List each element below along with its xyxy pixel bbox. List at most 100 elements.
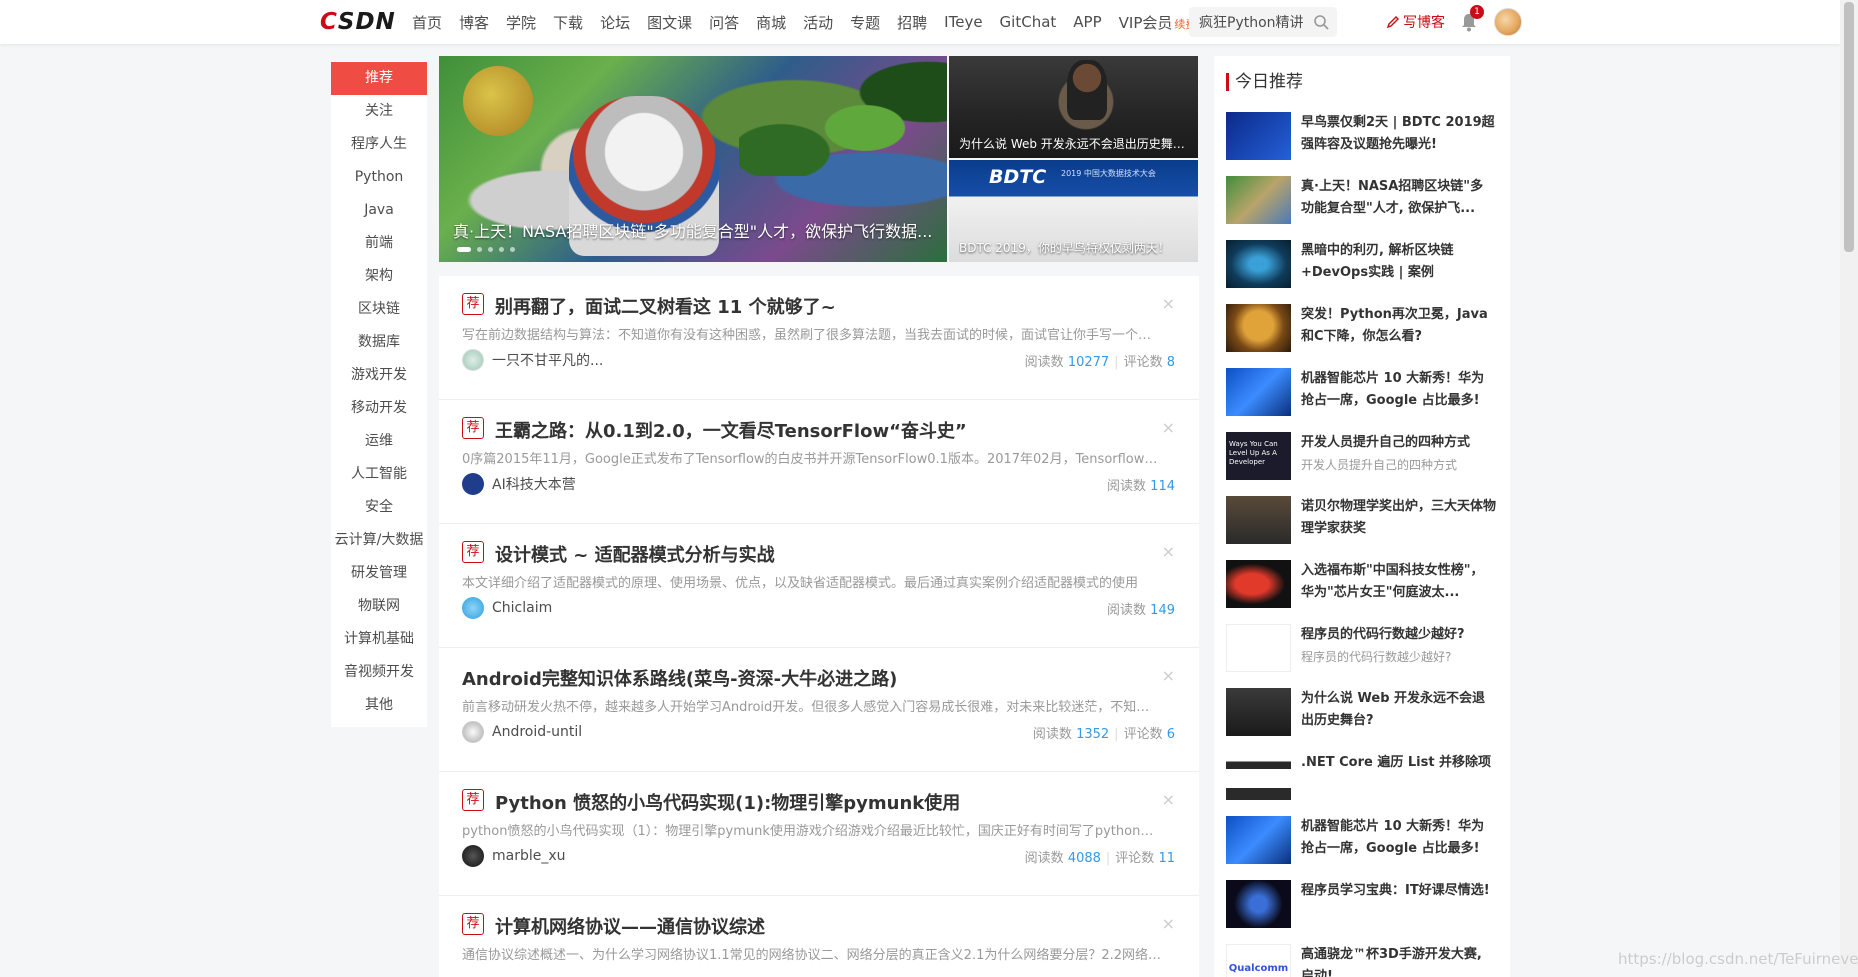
article-item[interactable]: 荐 设计模式 ~ 适配器模式分析与实战 × 本文详细介绍了适配器模式的原理、使用… bbox=[439, 524, 1199, 648]
article-author[interactable]: Android-until bbox=[462, 721, 582, 743]
article-summary: python愤怒的小鸟代码实现（1）：物理引擎pymunk使用游戏介绍游戏介绍最… bbox=[462, 824, 1162, 839]
category-frontend[interactable]: 前端 bbox=[331, 227, 427, 260]
category-rd-management[interactable]: 研发管理 bbox=[331, 557, 427, 590]
article-author[interactable]: Chiclaim bbox=[462, 597, 552, 619]
nav-academy[interactable]: 学院 bbox=[506, 12, 536, 33]
category-other[interactable]: 其他 bbox=[331, 689, 427, 722]
recommend-item[interactable]: 为什么说 Web 开发永远不会退出历史舞台? bbox=[1226, 688, 1496, 738]
recommend-thumbnail bbox=[1226, 176, 1291, 224]
category-follow[interactable]: 关注 bbox=[331, 95, 427, 128]
scrollbar-thumb[interactable] bbox=[1844, 2, 1854, 252]
close-icon[interactable]: × bbox=[1162, 294, 1175, 313]
article-author[interactable]: marble_xu bbox=[462, 845, 566, 867]
nav-home[interactable]: 首页 bbox=[412, 12, 442, 33]
recommend-item[interactable]: 真·上天！NASA招聘区块链"多功能复合型"人才, 欲保护飞... bbox=[1226, 176, 1496, 226]
carousel-main-banner[interactable]: 真·上天！NASA招聘区块链"多功能复合型"人才，欲保护飞行数据... bbox=[439, 56, 947, 262]
read-count: 149 bbox=[1150, 603, 1175, 618]
carousel-dot[interactable] bbox=[510, 247, 515, 252]
article-item[interactable]: 荐 计算机网络协议——通信协议综述 × 通信协议综述概述一、为什么学习网络协议1… bbox=[439, 896, 1199, 977]
close-icon[interactable]: × bbox=[1162, 914, 1175, 933]
category-programmer-life[interactable]: 程序人生 bbox=[331, 128, 427, 161]
article-title[interactable]: Android完整知识体系路线(菜鸟-资深-大牛必进之路) bbox=[462, 665, 1112, 691]
read-count: 10277 bbox=[1067, 355, 1110, 370]
nav-topics[interactable]: 专题 bbox=[850, 12, 880, 33]
category-ops[interactable]: 运维 bbox=[331, 425, 427, 458]
category-blockchain[interactable]: 区块链 bbox=[331, 293, 427, 326]
category-python[interactable]: Python bbox=[331, 161, 427, 194]
article-title[interactable]: 王霸之路：从0.1到2.0，一文看尽TensorFlow“奋斗史” bbox=[495, 417, 1145, 443]
article-item[interactable]: Android完整知识体系路线(菜鸟-资深-大牛必进之路) × 前言移动研发火热… bbox=[439, 648, 1199, 772]
article-author[interactable]: 一只不甘平凡的... bbox=[462, 349, 603, 371]
carousel-dot[interactable] bbox=[488, 247, 493, 252]
nav-forum[interactable]: 论坛 bbox=[600, 12, 630, 33]
recommend-item[interactable]: Qualcomm 高通骁龙™杯3D手游开发大赛, 启动! bbox=[1226, 944, 1496, 977]
nav-download[interactable]: 下载 bbox=[553, 12, 583, 33]
category-java[interactable]: Java bbox=[331, 194, 427, 227]
write-blog-button[interactable]: 写博客 bbox=[1386, 12, 1445, 32]
nav-qa[interactable]: 问答 bbox=[709, 12, 739, 33]
recommend-title: 程序员学习宝典：IT好课尽情选! bbox=[1301, 883, 1490, 898]
article-summary: 前言移动研发火热不停，越来越多人开始学习Android开发。但很多人感觉入门容易… bbox=[462, 700, 1162, 715]
recommend-item[interactable]: 机器智能芯片 10 大新秀！华为抢占一席，Google 占比最多! bbox=[1226, 368, 1496, 418]
recommend-thumbnail bbox=[1226, 880, 1291, 928]
recommend-item[interactable]: 程序员学习宝典：IT好课尽情选! bbox=[1226, 880, 1496, 930]
category-ai[interactable]: 人工智能 bbox=[331, 458, 427, 491]
nav-events[interactable]: 活动 bbox=[803, 12, 833, 33]
author-name: AI科技大本营 bbox=[492, 477, 576, 493]
recommend-item[interactable]: 早鸟票仅剩2天 | BDTC 2019超强阵容及议题抢先曝光! bbox=[1226, 112, 1496, 162]
category-mobile-dev[interactable]: 移动开发 bbox=[331, 392, 427, 425]
logo-sdn: SDN bbox=[337, 9, 396, 35]
category-cs-basics[interactable]: 计算机基础 bbox=[331, 623, 427, 656]
article-item[interactable]: 荐 王霸之路：从0.1到2.0，一文看尽TensorFlow“奋斗史” × 0序… bbox=[439, 400, 1199, 524]
category-database[interactable]: 数据库 bbox=[331, 326, 427, 359]
nav-gitchat[interactable]: GitChat bbox=[1000, 13, 1057, 31]
recommend-item[interactable]: 诺贝尔物理学奖出炉，三大天体物理学家获奖 bbox=[1226, 496, 1496, 546]
search-icon[interactable] bbox=[1313, 14, 1329, 30]
carousel-dot[interactable] bbox=[499, 247, 504, 252]
article-item[interactable]: 荐 Python 愤怒的小鸟代码实现(1):物理引擎pymunk使用 × pyt… bbox=[439, 772, 1199, 896]
nav-course[interactable]: 图文课 bbox=[647, 12, 692, 33]
category-recommend[interactable]: 推荐 bbox=[331, 62, 427, 95]
carousel-dot[interactable] bbox=[457, 247, 471, 252]
recommend-item[interactable]: Ways You Can Level Up As A Developer 开发人… bbox=[1226, 432, 1496, 482]
category-security[interactable]: 安全 bbox=[331, 491, 427, 524]
carousel-side-card-bdtc[interactable]: BDTC 2019 中国大数据技术大会 BDTC 2019，你的早鸟特权仅剩两天… bbox=[949, 160, 1198, 262]
carousel-dot[interactable] bbox=[477, 247, 482, 252]
page-scrollbar[interactable] bbox=[1840, 0, 1858, 977]
article-item[interactable]: 荐 别再翻了，面试二叉树看这 11 个就够了~ × 写在前边数据结构与算法：不知… bbox=[439, 276, 1199, 400]
nav-blog[interactable]: 博客 bbox=[459, 12, 489, 33]
search-input[interactable] bbox=[1199, 7, 1309, 37]
notification-badge: 1 bbox=[1470, 5, 1484, 19]
article-title[interactable]: 设计模式 ~ 适配器模式分析与实战 bbox=[495, 541, 1145, 567]
close-icon[interactable]: × bbox=[1162, 790, 1175, 809]
article-summary: 通信协议综述概述一、为什么学习网络协议1.1常见的网络协议二、网络分层的真正含义… bbox=[462, 948, 1162, 963]
article-title[interactable]: 计算机网络协议——通信协议综述 bbox=[495, 913, 1145, 939]
recommend-item[interactable]: 突发！Python再次卫冕，Java和C下降，你怎么看? bbox=[1226, 304, 1496, 354]
comment-count-label: 评论数 bbox=[1123, 355, 1163, 370]
category-cloud-bigdata[interactable]: 云计算/大数据 bbox=[331, 524, 427, 557]
category-architecture[interactable]: 架构 bbox=[331, 260, 427, 293]
recommend-item[interactable]: 黑暗中的利刃, 解析区块链+DevOps实践 | 案例 bbox=[1226, 240, 1496, 290]
recommend-item[interactable]: 机器智能芯片 10 大新秀！华为抢占一席，Google 占比最多! bbox=[1226, 816, 1496, 866]
nav-app[interactable]: APP bbox=[1073, 13, 1101, 31]
article-title[interactable]: Python 愤怒的小鸟代码实现(1):物理引擎pymunk使用 bbox=[495, 789, 1145, 815]
recommend-title: 早鸟票仅剩2天 | BDTC 2019超强阵容及议题抢先曝光! bbox=[1301, 115, 1495, 152]
carousel-side-card-web[interactable]: 为什么说 Web 开发永远不会退出历史舞台？ bbox=[949, 56, 1198, 158]
recommend-item[interactable]: 程序员的代码行数越少越好? 程序员的代码行数越少越好? bbox=[1226, 624, 1496, 674]
category-av-dev[interactable]: 音视频开发 bbox=[331, 656, 427, 689]
nav-mall[interactable]: 商城 bbox=[756, 12, 786, 33]
user-avatar[interactable] bbox=[1494, 8, 1522, 36]
article-author[interactable]: AI科技大本营 bbox=[462, 473, 576, 495]
close-icon[interactable]: × bbox=[1162, 418, 1175, 437]
author-avatar bbox=[462, 349, 484, 371]
category-iot[interactable]: 物联网 bbox=[331, 590, 427, 623]
recommend-item[interactable]: 入选福布斯"中国科技女性榜"，华为"芯片女王"何庭波太... bbox=[1226, 560, 1496, 610]
recommend-item[interactable]: .NET Core 遍历 List 并移除项 bbox=[1226, 752, 1496, 802]
article-title[interactable]: 别再翻了，面试二叉树看这 11 个就够了~ bbox=[495, 293, 1145, 319]
nav-iteye[interactable]: ITeye bbox=[944, 13, 982, 31]
close-icon[interactable]: × bbox=[1162, 542, 1175, 561]
csdn-logo[interactable]: C SDN bbox=[320, 9, 396, 35]
close-icon[interactable]: × bbox=[1162, 666, 1175, 685]
nav-jobs[interactable]: 招聘 bbox=[897, 12, 927, 33]
category-game-dev[interactable]: 游戏开发 bbox=[331, 359, 427, 392]
